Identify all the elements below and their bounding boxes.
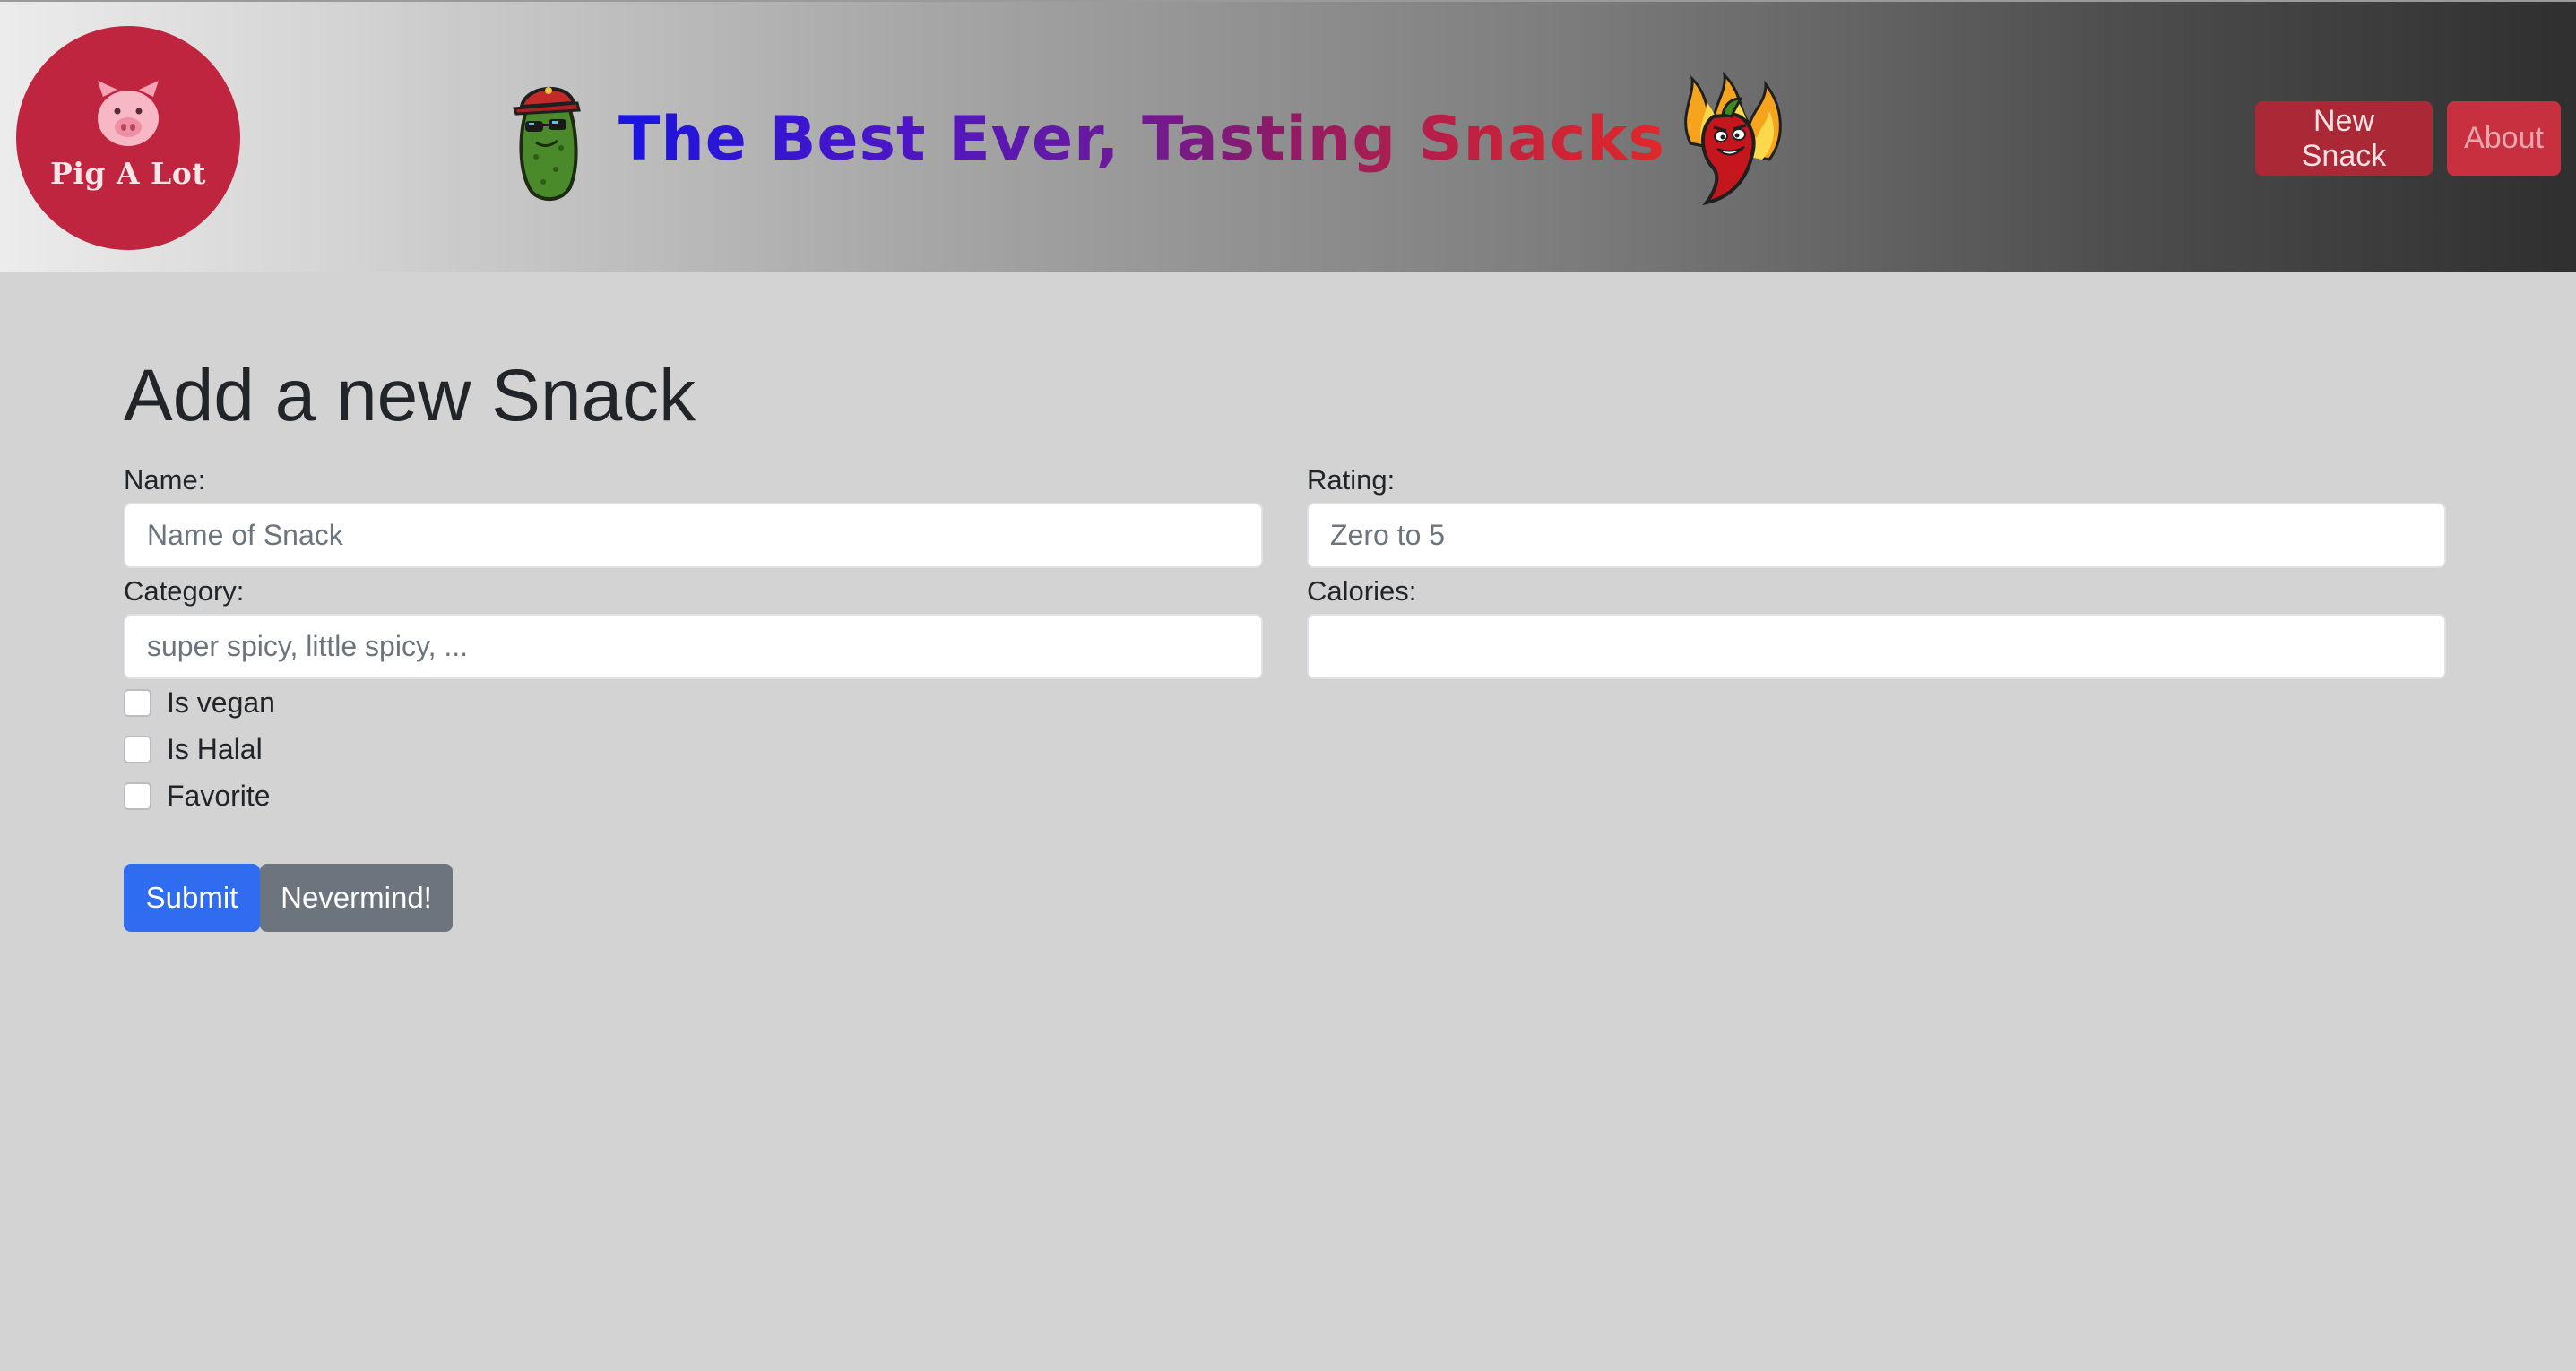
navbar: Pig A Lot The Best Ever, Tasting Snacks	[0, 0, 2576, 272]
about-button[interactable]: About	[2447, 101, 2561, 176]
new-snack-button[interactable]: New Snack	[2255, 101, 2433, 176]
category-label: Category:	[124, 575, 245, 607]
submit-button[interactable]: Submit	[124, 864, 260, 932]
name-label: Name:	[124, 464, 206, 496]
pig-a-lot-logo[interactable]: Pig A Lot	[16, 26, 240, 250]
chili-pepper-mascot-icon	[1684, 72, 1782, 206]
vegan-checkbox-label: Is vegan	[167, 686, 275, 719]
calories-label: Calories:	[1307, 575, 1417, 607]
site-title: The Best Ever, Tasting Snacks	[618, 103, 1665, 175]
halal-checkbox-row[interactable]: Is Halal	[124, 731, 263, 767]
rating-label: Rating:	[1307, 464, 1396, 496]
vegan-checkbox[interactable]	[124, 688, 151, 717]
name-input[interactable]	[124, 503, 1263, 568]
pig-icon	[98, 80, 159, 146]
halal-checkbox[interactable]	[124, 735, 151, 763]
vegan-checkbox-row[interactable]: Is vegan	[124, 685, 275, 720]
logo-text: Pig A Lot	[50, 155, 206, 191]
favorite-checkbox-label: Favorite	[167, 779, 271, 812]
calories-input[interactable]	[1307, 614, 2446, 679]
favorite-checkbox-row[interactable]: Favorite	[124, 778, 271, 814]
rating-input[interactable]	[1307, 503, 2446, 568]
page-title: Add a new Snack	[124, 355, 696, 436]
brand: The Best Ever, Tasting Snacks	[502, 72, 1791, 206]
pickle-mascot-icon	[512, 87, 581, 202]
favorite-checkbox[interactable]	[124, 781, 151, 810]
nevermind-button[interactable]: Nevermind!	[260, 864, 453, 932]
category-input[interactable]	[124, 614, 1263, 679]
halal-checkbox-label: Is Halal	[167, 732, 263, 765]
